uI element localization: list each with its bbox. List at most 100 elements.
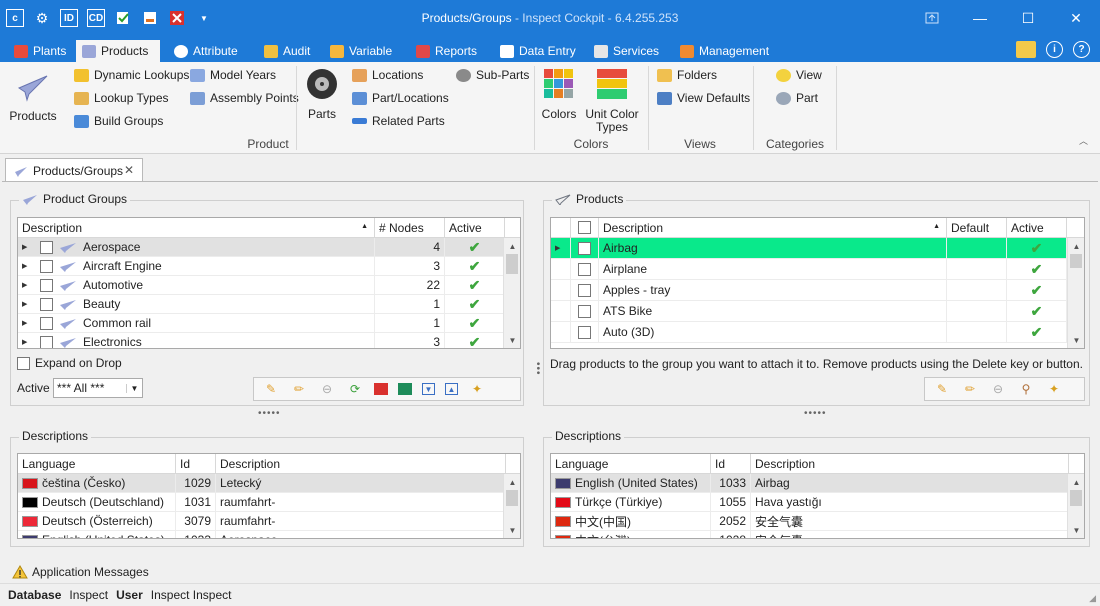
description-row[interactable]: čeština (Česko) 1029 Letecký xyxy=(18,473,520,493)
col-language-right[interactable]: Language xyxy=(551,454,711,473)
layout-icon[interactable] xyxy=(1016,41,1036,58)
model-years-button[interactable]: Model Years xyxy=(190,68,276,82)
edit-product-icon[interactable]: ✏ xyxy=(961,381,979,397)
collapse-ribbon-icon[interactable]: ︿ xyxy=(1079,134,1088,147)
maximize-button[interactable]: ☐ xyxy=(1004,0,1052,36)
part-locations-button[interactable]: Part/Locations xyxy=(352,91,449,105)
tab-plants[interactable]: Plants xyxy=(8,40,72,62)
vertical-splitter-grip[interactable]: ••• xyxy=(532,362,543,376)
assembly-points-button[interactable]: Assembly Points xyxy=(190,91,299,105)
remove-icon[interactable]: ⊖ xyxy=(318,381,336,397)
row-checkbox[interactable] xyxy=(40,316,53,330)
move-up-icon[interactable]: ▲ xyxy=(445,383,458,395)
col-active[interactable]: Active xyxy=(445,218,505,237)
unit-color-types-button[interactable]: Unit Color Types xyxy=(584,68,640,134)
row-checkbox[interactable] xyxy=(40,335,53,348)
pdf-icon[interactable] xyxy=(374,383,388,395)
col-desc-right[interactable]: Description xyxy=(751,454,1069,473)
group-row[interactable]: ▶ Aircraft Engine 3 ✔ xyxy=(18,256,520,276)
product-row[interactable]: Airplane ✔ xyxy=(551,258,1084,280)
group-row[interactable]: ▶ Beauty 1 ✔ xyxy=(18,294,520,314)
product-checkbox[interactable] xyxy=(571,237,599,259)
refresh-icon[interactable]: ⟳ xyxy=(346,381,364,397)
group-row[interactable]: ▶ Common rail 1 ✔ xyxy=(18,313,520,333)
product-row[interactable]: ATS Bike ✔ xyxy=(551,300,1084,322)
col-id[interactable]: Id xyxy=(176,454,216,473)
product-checkbox[interactable] xyxy=(571,258,599,280)
wand-icon[interactable]: ✦ xyxy=(468,381,486,397)
description-row[interactable]: English (United States)1033Aerospace xyxy=(18,530,520,538)
close-button[interactable]: ✕ xyxy=(1052,0,1100,36)
products-button[interactable]: Products xyxy=(8,70,58,123)
row-checkbox[interactable] xyxy=(40,278,53,292)
view-defaults-button[interactable]: View Defaults xyxy=(657,91,750,105)
vertical-scrollbar[interactable]: ▲ ▼ xyxy=(503,238,520,348)
group-row[interactable]: ▶ Electronics 3 ✔ xyxy=(18,332,520,348)
product-groups-grid[interactable]: Description ▲ # Nodes Active ▶ Aerospace 4 ✔… xyxy=(17,217,521,349)
add-icon[interactable]: ✎ xyxy=(262,381,280,397)
row-checkbox[interactable] xyxy=(40,240,53,254)
row-checkbox[interactable] xyxy=(40,259,53,273)
info-icon[interactable]: i xyxy=(1046,41,1063,58)
help-icon[interactable]: ? xyxy=(1073,41,1090,58)
stamp-icon[interactable]: ⚲ xyxy=(1017,381,1035,397)
description-row[interactable]: Deutsch (Deutschland) 1031 raumfahrt- xyxy=(18,492,520,512)
expand-arrow-icon[interactable]: ▶ xyxy=(22,262,34,270)
document-tab-products-groups[interactable]: Products/Groups ✕ xyxy=(5,158,143,182)
tab-services[interactable]: Services xyxy=(588,40,665,62)
product-row[interactable]: Auto (3D) ✔ xyxy=(551,321,1084,343)
xlsx-icon[interactable] xyxy=(398,383,412,395)
expand-arrow-icon[interactable]: ▶ xyxy=(22,319,34,327)
tab-products[interactable]: Products xyxy=(76,40,160,62)
description-row[interactable]: 中文(中国) 2052 安全气囊 xyxy=(551,511,1084,531)
tab-audit[interactable]: Audit xyxy=(258,40,316,62)
product-checkbox[interactable] xyxy=(571,300,599,322)
col-desc[interactable]: Description xyxy=(216,454,506,473)
tab-reports[interactable]: Reports xyxy=(410,40,483,62)
close-tab-icon[interactable]: ✕ xyxy=(124,163,134,177)
product-checkbox[interactable] xyxy=(571,279,599,301)
product-row[interactable]: Apples - tray ✔ xyxy=(551,279,1084,301)
expand-arrow-icon[interactable]: ▶ xyxy=(22,300,34,308)
resize-grip-icon[interactable]: ◢ xyxy=(1089,593,1096,604)
descriptions-scrollbar-left[interactable]: ▲ ▼ xyxy=(503,474,520,538)
colors-button[interactable]: Colors xyxy=(540,68,578,121)
product-row[interactable]: ▶ Airbag ✔ xyxy=(551,237,1084,259)
products-scrollbar[interactable]: ▲ ▼ xyxy=(1067,238,1084,348)
descriptions-grid-right[interactable]: Language Id Description English (United … xyxy=(550,453,1085,539)
minimize-button[interactable]: — xyxy=(956,0,1004,36)
edit-icon[interactable]: ✏ xyxy=(290,381,308,397)
expand-arrow-icon[interactable]: ▶ xyxy=(22,338,34,346)
tab-data-entry[interactable]: Data Entry xyxy=(494,40,582,62)
group-row[interactable]: ▶ Aerospace 4 ✔ xyxy=(18,237,520,257)
description-row[interactable]: Deutsch (Österreich) 3079 raumfahrt- xyxy=(18,511,520,531)
col-product-description[interactable]: Description ▲ xyxy=(599,218,947,237)
description-row[interactable]: 中文(台灣)1028安全气囊 xyxy=(551,530,1084,538)
row-checkbox[interactable] xyxy=(40,297,53,311)
product-checkbox[interactable] xyxy=(571,321,599,343)
select-all-checkbox[interactable] xyxy=(571,218,599,237)
col-id-right[interactable]: Id xyxy=(711,454,751,473)
active-dropdown[interactable]: *** All *** ▼ xyxy=(53,378,143,398)
view-category-button[interactable]: View xyxy=(776,68,822,82)
description-row[interactable]: English (United States) 1033 Airbag xyxy=(551,473,1084,493)
col-nodes[interactable]: # Nodes xyxy=(375,218,445,237)
application-messages[interactable]: Application Messages xyxy=(12,565,149,579)
description-row[interactable]: Türkçe (Türkiye) 1055 Hava yastığı xyxy=(551,492,1084,512)
tab-attribute[interactable]: Attribute xyxy=(168,40,244,62)
build-groups-button[interactable]: Build Groups xyxy=(74,114,163,128)
parts-button[interactable]: Parts xyxy=(304,68,340,121)
folders-button[interactable]: Folders xyxy=(657,68,717,82)
sub-parts-button[interactable]: Sub-Parts xyxy=(456,68,529,82)
related-parts-button[interactable]: Related Parts xyxy=(352,114,445,128)
group-row[interactable]: ▶ Automotive 22 ✔ xyxy=(18,275,520,295)
wand-product-icon[interactable]: ✦ xyxy=(1045,381,1063,397)
products-grid[interactable]: Description ▲ Default Active ▶ Airbag ✔ Airp… xyxy=(550,217,1085,349)
descriptions-grid-left[interactable]: Language Id Description čeština (Česko) 1… xyxy=(17,453,521,539)
move-down-icon[interactable]: ▼ xyxy=(422,383,435,395)
tab-variable[interactable]: Variable xyxy=(324,40,398,62)
part-category-button[interactable]: Part xyxy=(776,91,818,105)
pin-icon[interactable] xyxy=(908,0,956,36)
expand-arrow-icon[interactable]: ▶ xyxy=(22,243,34,251)
add-product-icon[interactable]: ✎ xyxy=(933,381,951,397)
